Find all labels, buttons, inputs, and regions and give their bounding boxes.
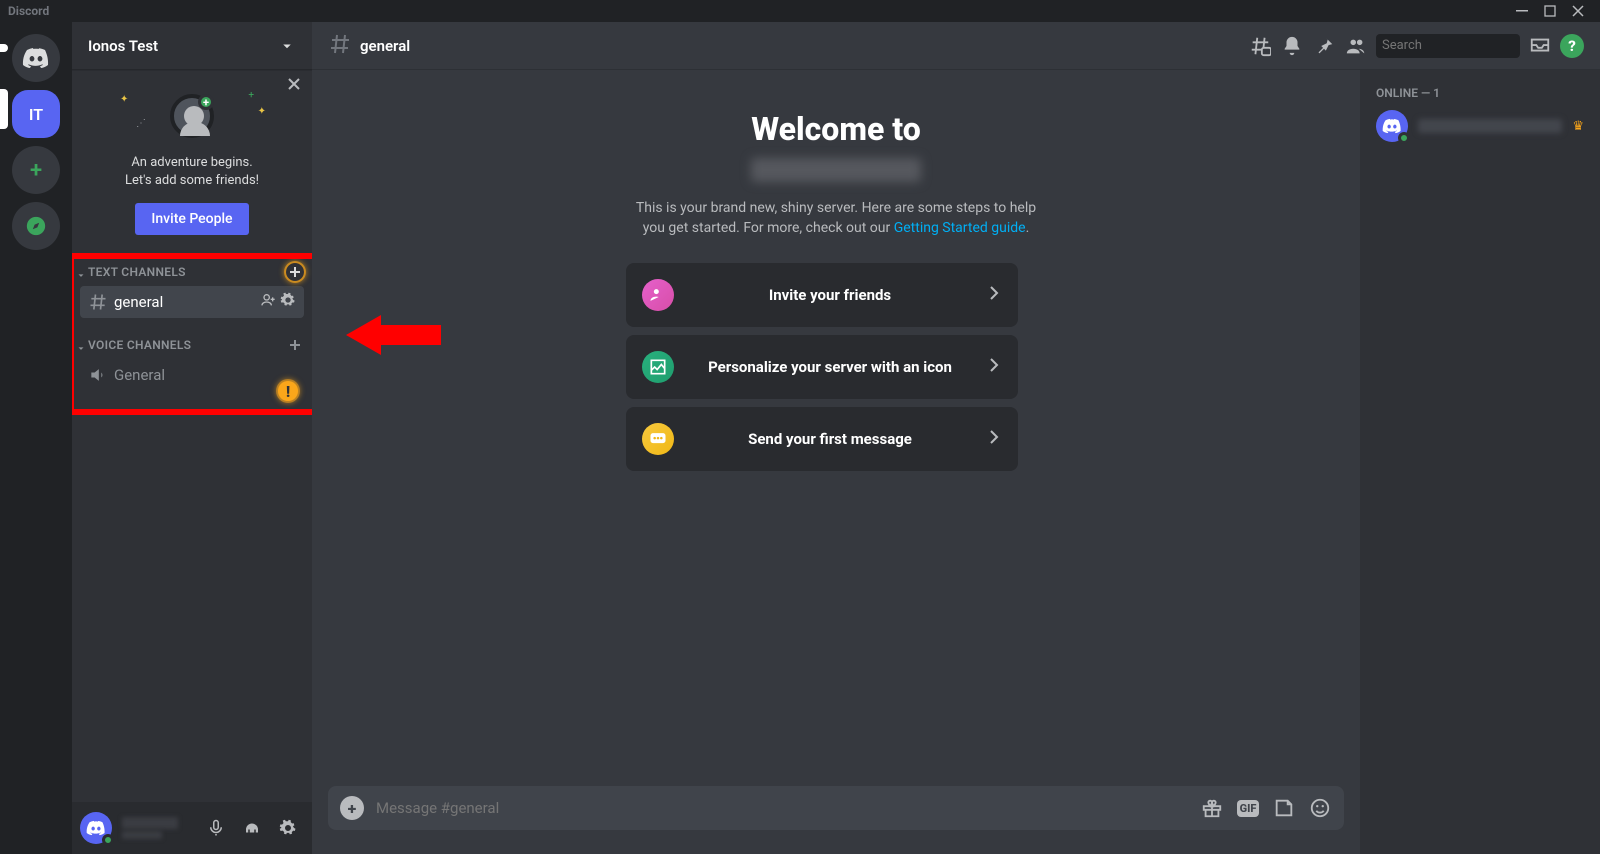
hash-icon (328, 32, 352, 60)
welcome-block: Welcome to This is your brand new, shiny… (626, 110, 1046, 471)
welcome-description: This is your brand new, shiny server. He… (626, 198, 1046, 239)
channel-name: General (114, 366, 296, 384)
search-box[interactable] (1376, 34, 1520, 58)
channel-title: general (360, 37, 1240, 55)
redacted-server-name (751, 158, 921, 182)
discord-logo-icon (22, 44, 50, 72)
plus-badge-icon: + (198, 94, 214, 110)
channel-general-text[interactable]: general (80, 286, 304, 318)
notifications-button[interactable] (1280, 34, 1304, 58)
self-avatar[interactable] (80, 812, 112, 844)
chevron-down-icon (76, 339, 88, 351)
speaker-icon (88, 365, 108, 385)
chevron-right-icon (986, 429, 1002, 449)
member-group-label: ONLINE — 1 (1368, 86, 1592, 106)
server-pill (0, 44, 8, 52)
chevron-right-icon (986, 285, 1002, 305)
welcome-card-icon[interactable]: Personalize your server with an icon (626, 335, 1018, 399)
message-input[interactable] (376, 799, 1188, 817)
gift-button[interactable] (1200, 796, 1224, 820)
app-title: Discord (8, 4, 49, 18)
invite-card: ✦ ⋰ + + ✦ An adventure begins. Let's add… (72, 70, 312, 251)
online-status-dot (1398, 132, 1410, 144)
server-header[interactable]: Ionos Test (72, 22, 312, 70)
member-row[interactable]: ♛ (1368, 106, 1592, 146)
server-owner-crown-icon: ♛ (1572, 119, 1584, 134)
message-composer: + GIF (328, 786, 1344, 830)
create-channel-button[interactable] (286, 336, 304, 354)
redacted-member-name (1418, 119, 1562, 133)
member-list-button[interactable] (1344, 34, 1368, 58)
explore-servers-button[interactable] (12, 202, 60, 250)
online-status-dot (102, 834, 114, 846)
hash-icon (88, 292, 108, 312)
maximize-button[interactable] (1536, 0, 1564, 22)
category-label: VOICE CHANNELS (88, 338, 286, 352)
image-icon (642, 351, 674, 383)
sparkle-icon: + (248, 90, 254, 101)
minimize-button[interactable] (1508, 0, 1536, 22)
sparkle-icon: ⋰ (136, 118, 146, 129)
invite-people-button[interactable]: Invite People (135, 203, 248, 235)
window-titlebar: Discord (0, 0, 1600, 22)
main-area: general ? Welcome to This is your bra (312, 22, 1600, 854)
attach-button[interactable]: + (340, 796, 364, 820)
direct-messages-button[interactable] (12, 34, 60, 82)
mute-button[interactable] (200, 812, 232, 844)
member-avatar (1376, 110, 1408, 142)
channel-name: general (114, 293, 254, 311)
user-area (72, 802, 312, 854)
search-input[interactable] (1382, 38, 1548, 53)
category-voice-channels[interactable]: VOICE CHANNELS (72, 332, 312, 358)
help-button[interactable]: ? (1560, 34, 1584, 58)
channel-general-voice[interactable]: General ! (80, 359, 304, 391)
threads-button[interactable] (1248, 34, 1272, 58)
gif-button[interactable]: GIF (1236, 796, 1260, 820)
sticker-button[interactable] (1272, 796, 1296, 820)
chevron-down-icon (76, 266, 88, 278)
welcome-heading: Welcome to (626, 110, 1046, 148)
category-label: TEXT CHANNELS (88, 265, 286, 279)
invite-icon (642, 279, 674, 311)
emoji-button[interactable] (1308, 796, 1332, 820)
user-settings-button[interactable] (272, 812, 304, 844)
channel-sidebar: Ionos Test ✦ ⋰ + + ✦ An adventure begins… (72, 22, 312, 854)
self-username[interactable] (122, 817, 196, 839)
create-channel-button[interactable] (286, 263, 304, 281)
selected-server-pill (0, 89, 8, 129)
server-initials: IT (29, 105, 43, 124)
compass-icon (25, 215, 47, 237)
chevron-down-icon (278, 37, 296, 55)
server-rail: IT + (0, 22, 72, 854)
sparkle-icon: ✦ (258, 106, 266, 117)
chat-area: Welcome to This is your brand new, shiny… (312, 70, 1360, 854)
avatar-placeholder: + (170, 94, 214, 138)
add-server-button[interactable]: + (12, 146, 60, 194)
channel-list: TEXT CHANNELS general VOICE CHANNELS Gen… (72, 251, 312, 802)
attention-badge-icon: ! (278, 381, 298, 401)
card-title: Personalize your server with an icon (688, 358, 972, 376)
server-button-ionos[interactable]: IT (12, 90, 60, 138)
category-text-channels[interactable]: TEXT CHANNELS (72, 259, 312, 285)
deafen-button[interactable] (236, 812, 268, 844)
getting-started-link[interactable]: Getting Started guide (894, 220, 1026, 236)
message-icon (642, 423, 674, 455)
pinned-button[interactable] (1312, 34, 1336, 58)
chevron-right-icon (986, 357, 1002, 377)
create-invite-icon[interactable] (260, 292, 276, 312)
card-title: Invite your friends (688, 286, 972, 304)
invite-text: An adventure begins. Let's add some frie… (125, 154, 259, 189)
card-title: Send your first message (688, 430, 972, 448)
sparkle-icon: ✦ (120, 94, 128, 105)
close-window-button[interactable] (1564, 0, 1592, 22)
welcome-card-message[interactable]: Send your first message (626, 407, 1018, 471)
welcome-card-invite[interactable]: Invite your friends (626, 263, 1018, 327)
server-name: Ionos Test (88, 37, 158, 55)
inbox-button[interactable] (1528, 34, 1552, 58)
member-list: ONLINE — 1 ♛ (1360, 70, 1600, 854)
channel-settings-icon[interactable] (280, 292, 296, 312)
invite-art: ✦ ⋰ + + ✦ (88, 86, 296, 146)
channel-header: general ? (312, 22, 1600, 70)
